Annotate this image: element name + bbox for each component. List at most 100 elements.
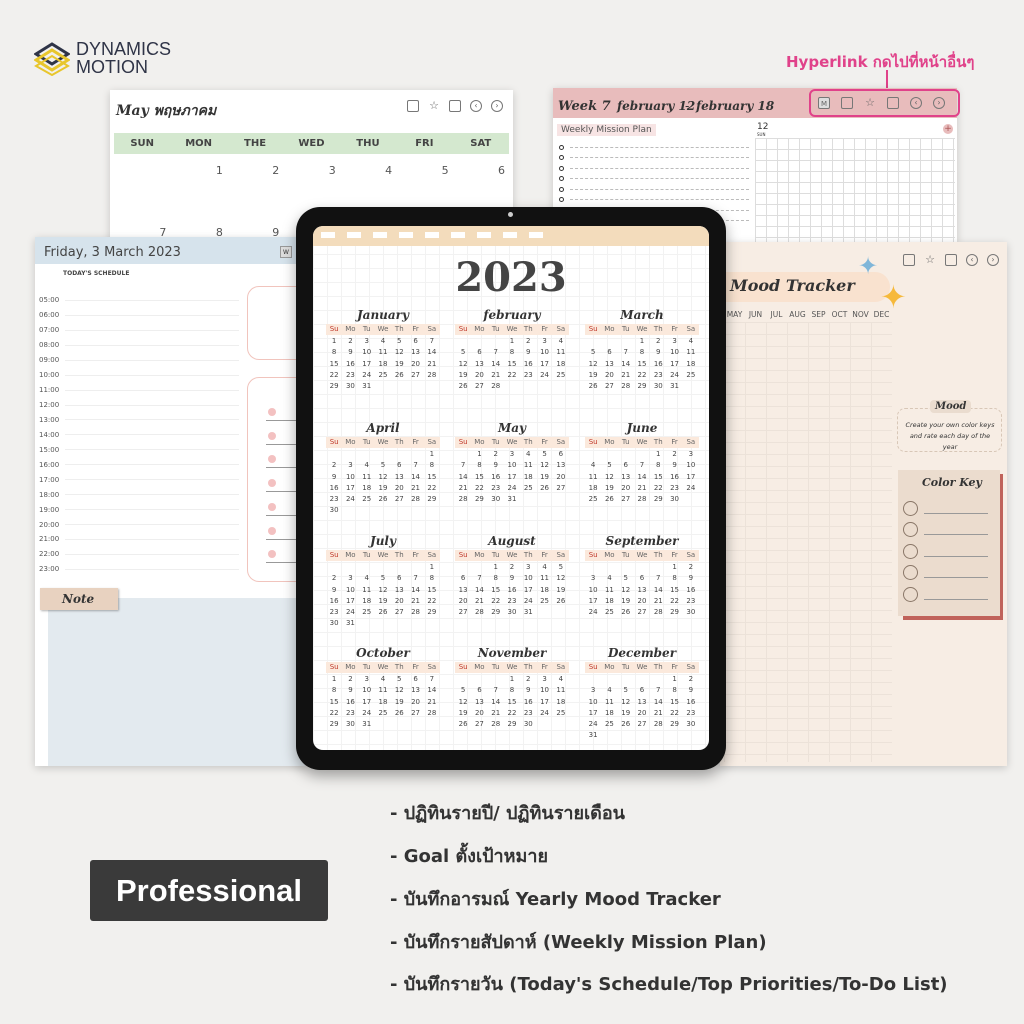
date-cell[interactable]: 9 (683, 685, 699, 696)
date-cell[interactable]: 28 (407, 494, 423, 505)
date-cell[interactable]: 6 (634, 573, 650, 584)
next-icon[interactable]: › (933, 97, 945, 109)
schedule-row[interactable]: 18:00 (39, 487, 239, 502)
date-cell[interactable]: 24 (585, 719, 601, 730)
date-cell[interactable]: 2 (683, 562, 699, 573)
date-cell[interactable]: 22 (666, 596, 682, 607)
date-cell[interactable]: 11 (601, 697, 617, 708)
next-icon[interactable]: › (987, 254, 999, 266)
date-cell[interactable]: 13 (471, 359, 487, 370)
date-cell[interactable]: 24 (520, 596, 536, 607)
date-cell[interactable]: 2 (488, 449, 504, 460)
date-cell[interactable]: 8 (504, 347, 520, 358)
prev-icon[interactable]: ‹ (910, 97, 922, 109)
date-cell[interactable]: 4 (601, 573, 617, 584)
date-cell[interactable]: 15 (326, 359, 342, 370)
date-cell[interactable]: 22 (488, 596, 504, 607)
date-cell[interactable]: 29 (424, 494, 440, 505)
date-cell[interactable]: 5 (391, 336, 407, 347)
schedule-row[interactable]: 16:00 (39, 457, 239, 472)
date-cell[interactable]: 31 (585, 730, 601, 741)
date-cell[interactable]: 19 (391, 697, 407, 708)
date-cell[interactable]: 7 (455, 460, 471, 471)
date-cell[interactable]: 15 (634, 359, 650, 370)
date-cell[interactable]: 14 (634, 472, 650, 483)
date-cell[interactable]: 24 (536, 708, 552, 719)
color-key-item[interactable] (903, 580, 988, 602)
date-cell[interactable]: 2 (666, 449, 682, 460)
date-cell[interactable]: 26 (375, 494, 391, 505)
date-cell[interactable]: 19 (618, 596, 634, 607)
date-cell[interactable]: 25 (359, 494, 375, 505)
date-cell[interactable]: 2 (227, 164, 283, 177)
date-cell[interactable]: 6 (634, 685, 650, 696)
date-cell[interactable]: 15 (424, 472, 440, 483)
date-cell[interactable]: 20 (553, 472, 569, 483)
date-cell[interactable]: 18 (585, 483, 601, 494)
date-cell[interactable]: 13 (391, 585, 407, 596)
date-cell[interactable]: 4 (536, 562, 552, 573)
date-cell[interactable]: 10 (359, 685, 375, 696)
date-cell[interactable]: 20 (601, 370, 617, 381)
date-cell[interactable]: 21 (650, 708, 666, 719)
date-cell[interactable]: 25 (601, 719, 617, 730)
date-cell[interactable]: 22 (634, 370, 650, 381)
star-icon[interactable]: ☆ (924, 254, 936, 266)
date-cell[interactable]: 25 (375, 708, 391, 719)
date-cell[interactable]: 4 (359, 573, 375, 584)
date-cell[interactable]: 18 (359, 596, 375, 607)
date-cell[interactable]: 9 (326, 472, 342, 483)
date-cell[interactable]: 1 (504, 336, 520, 347)
next-icon[interactable]: › (491, 100, 503, 112)
date-cell[interactable]: 27 (407, 708, 423, 719)
color-circle-icon[interactable] (903, 522, 918, 537)
date-cell[interactable]: 17 (359, 697, 375, 708)
date-cell[interactable]: 29 (424, 607, 440, 618)
date-cell[interactable]: 10 (504, 460, 520, 471)
date-cell[interactable]: 3 (342, 573, 358, 584)
date-cell[interactable]: 9 (650, 347, 666, 358)
schedule-row[interactable]: 06:00 (39, 308, 239, 323)
date-cell[interactable]: 1 (424, 562, 440, 573)
date-cell[interactable]: 12 (585, 359, 601, 370)
date-cell[interactable]: 5 (391, 674, 407, 685)
date-cell[interactable]: 17 (536, 697, 552, 708)
date-cell[interactable]: 12 (553, 573, 569, 584)
date-cell[interactable]: 21 (407, 596, 423, 607)
date-cell[interactable]: 9 (504, 573, 520, 584)
color-key-item[interactable] (903, 559, 988, 580)
date-cell[interactable]: 18 (553, 359, 569, 370)
date-cell[interactable]: 26 (375, 607, 391, 618)
date-cell[interactable]: 30 (683, 607, 699, 618)
date-cell[interactable]: 15 (650, 472, 666, 483)
date-cell[interactable]: 13 (634, 585, 650, 596)
date-cell[interactable]: 20 (471, 370, 487, 381)
date-cell[interactable]: 5 (455, 685, 471, 696)
date-cell[interactable]: 31 (666, 381, 682, 392)
date-cell[interactable]: 7 (424, 336, 440, 347)
date-cell[interactable]: 18 (683, 359, 699, 370)
schedule-row[interactable]: 17:00 (39, 472, 239, 487)
date-cell[interactable]: 29 (650, 494, 666, 505)
date-cell[interactable]: 13 (407, 685, 423, 696)
date-cell[interactable]: 27 (634, 607, 650, 618)
date-cell[interactable]: 13 (391, 472, 407, 483)
date-cell[interactable]: 18 (375, 697, 391, 708)
date-cell[interactable]: 17 (342, 596, 358, 607)
edit-icon[interactable] (945, 254, 957, 266)
date-cell[interactable]: 14 (618, 359, 634, 370)
date-cell[interactable]: 11 (553, 347, 569, 358)
date-cell[interactable]: 6 (601, 347, 617, 358)
date-cell[interactable]: 30 (666, 494, 682, 505)
date-cell[interactable]: 30 (488, 494, 504, 505)
schedule-row[interactable]: 13:00 (39, 413, 239, 428)
date-cell[interactable]: 25 (536, 596, 552, 607)
date-cell[interactable]: 15 (488, 585, 504, 596)
date-cell[interactable]: 18 (359, 483, 375, 494)
schedule-row[interactable]: 08:00 (39, 338, 239, 353)
color-key-item[interactable] (903, 516, 988, 537)
date-cell[interactable]: 19 (553, 585, 569, 596)
date-cell[interactable]: 8 (666, 573, 682, 584)
date-cell[interactable]: 17 (359, 359, 375, 370)
date-cell[interactable]: 4 (601, 685, 617, 696)
